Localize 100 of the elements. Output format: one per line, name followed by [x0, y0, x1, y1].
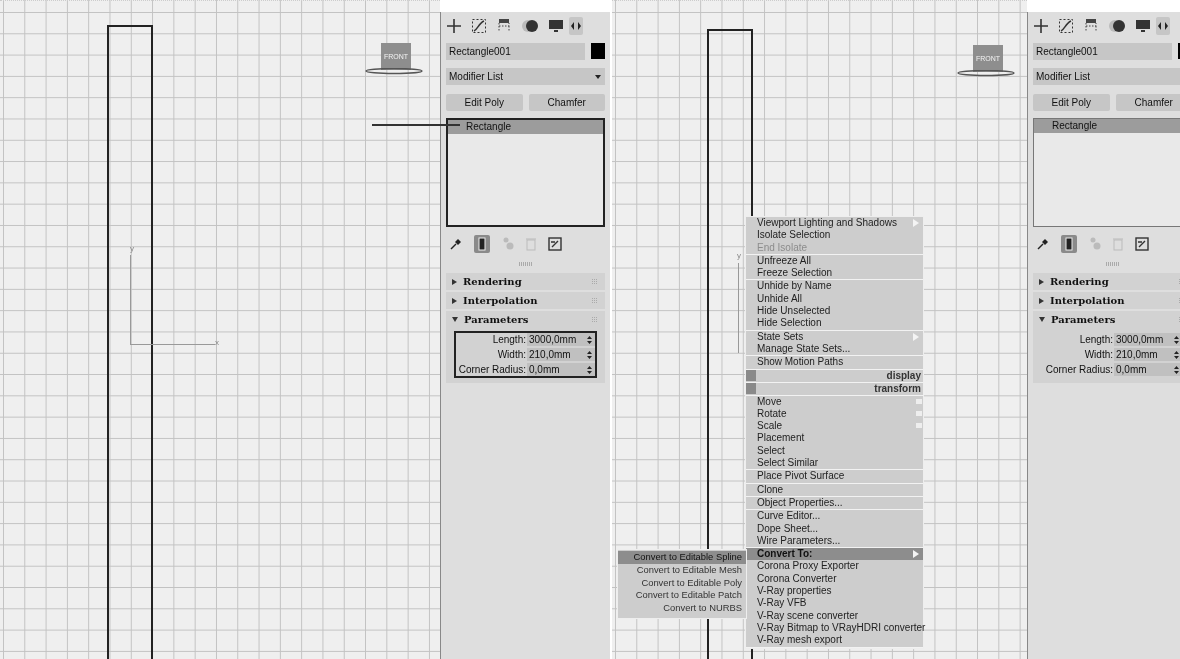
menu-item[interactable]: Select	[746, 444, 923, 458]
menu-item[interactable]: Isolate Selection	[746, 229, 923, 242]
menu-item[interactable]: Convert to Editable Patch	[618, 589, 746, 603]
expanded-triangle-icon	[1039, 317, 1045, 322]
menu-item[interactable]: Wire Parameters...	[746, 534, 923, 548]
menu-item[interactable]: V-Ray scene converter	[746, 609, 923, 622]
menu-item[interactable]: Show Motion Paths	[746, 356, 923, 369]
spinner-arrows-icon[interactable]	[1174, 365, 1179, 374]
menu-item[interactable]: V-Ray mesh export	[746, 634, 923, 647]
divider-grip-icon[interactable]	[1105, 262, 1120, 266]
rollout-header[interactable]: Parameters	[446, 311, 605, 328]
spinner-arrows-icon[interactable]	[587, 365, 592, 374]
spinner-field[interactable]: 0,0mm	[1114, 363, 1180, 376]
menu-item[interactable]: Unhide by Name	[746, 280, 923, 293]
object-name-field[interactable]: Rectangle001	[1033, 43, 1172, 60]
menu-item[interactable]: Scale	[746, 420, 923, 433]
spinner-field[interactable]: 0,0mm	[527, 363, 595, 376]
quad-title: display	[885, 370, 922, 382]
menu-item[interactable]: Unfreeze All	[746, 254, 923, 268]
menu-item[interactable]: Move	[746, 395, 923, 408]
modifier-button[interactable]: Edit Poly	[1033, 94, 1110, 111]
collapsed-triangle-icon	[452, 297, 457, 304]
scroll-arrows-icon[interactable]	[1156, 17, 1170, 35]
pin-icon[interactable]	[1037, 238, 1049, 250]
scroll-arrows-icon[interactable]	[569, 17, 583, 35]
parameter-label: Corner Radius:	[458, 363, 526, 376]
rollout-header[interactable]: Interpolation	[446, 292, 605, 309]
spinner-arrows-icon[interactable]	[587, 335, 592, 344]
menu-item[interactable]: Hide Unselected	[746, 305, 923, 318]
modifier-button[interactable]: Chamfer	[528, 94, 605, 111]
collapsed-triangle-icon	[452, 278, 457, 285]
menu-item[interactable]: Convert to Editable Poly	[618, 576, 746, 590]
menu-item[interactable]: Convert to Editable Mesh	[618, 563, 746, 577]
drag-dots-icon	[592, 298, 597, 303]
parameter-label: Length:	[1078, 333, 1113, 346]
divider-grip-icon[interactable]	[518, 262, 533, 266]
collapsed-triangle-icon	[1039, 278, 1044, 285]
configure-icon[interactable]	[1135, 237, 1149, 251]
color-swatch[interactable]	[591, 43, 605, 59]
hierarchy-icon[interactable]	[496, 18, 512, 34]
monitor-icon[interactable]	[1135, 18, 1151, 34]
spinner-field[interactable]: 210,0mm	[1114, 348, 1180, 361]
viewcube-ring-icon[interactable]	[365, 68, 423, 76]
menu-item[interactable]: Manage State Sets...	[746, 342, 923, 356]
modifier-list-dropdown[interactable]: Modifier List	[1033, 68, 1180, 85]
circle-icon[interactable]	[521, 18, 539, 34]
menu-item[interactable]: Select Similar	[746, 457, 923, 470]
menu-item[interactable]: Convert to NURBS	[618, 602, 746, 615]
monitor-icon[interactable]	[548, 18, 564, 34]
curve-icon[interactable]	[471, 18, 487, 34]
menu-item[interactable]: Curve Editor...	[746, 510, 923, 523]
rollout-header[interactable]: Rendering	[1033, 273, 1180, 290]
stack-item[interactable]: Rectangle	[448, 120, 603, 134]
spinner-field[interactable]: 3000,0mm	[1114, 333, 1180, 346]
modifier-list-dropdown[interactable]: Modifier List	[446, 68, 605, 85]
menu-item[interactable]: Rotate	[746, 407, 923, 421]
menu-item[interactable]: Freeze Selection	[746, 267, 923, 280]
modifier-button[interactable]: Edit Poly	[446, 94, 523, 111]
menu-item[interactable]: Object Properties...	[746, 496, 923, 510]
plus-icon[interactable]	[446, 18, 462, 34]
menu-item[interactable]: Hide Selection	[746, 317, 923, 330]
menu-item[interactable]: V-Ray properties	[746, 585, 923, 598]
menu-item[interactable]: Placement	[746, 432, 923, 445]
spinner-arrows-icon[interactable]	[587, 350, 592, 359]
object-name-field[interactable]: Rectangle001	[446, 43, 585, 60]
menu-item[interactable]: Corona Proxy Exporter	[746, 560, 923, 573]
menu-item[interactable]: Unhide All	[746, 292, 923, 306]
spinner-arrows-icon[interactable]	[1174, 350, 1179, 359]
viewcube-ring-icon[interactable]	[957, 70, 1015, 78]
pin-icon[interactable]	[450, 238, 462, 250]
parameter-label: Width:	[1083, 348, 1113, 361]
menu-item[interactable]: Viewport Lighting and Shadows	[746, 217, 923, 230]
hierarchy-icon[interactable]	[1083, 18, 1099, 34]
parameter-label: Width:	[496, 348, 526, 361]
rollout-header[interactable]: Interpolation	[1033, 292, 1180, 309]
spinner-arrows-icon[interactable]	[1174, 335, 1179, 344]
configure-icon[interactable]	[548, 237, 562, 251]
parameter-label: Corner Radius:	[1045, 363, 1113, 376]
menu-item[interactable]: Dope Sheet...	[746, 522, 923, 535]
menu-item[interactable]: State Sets	[746, 330, 923, 343]
bar-toggle-icon[interactable]	[1061, 235, 1077, 253]
axis-label: x	[215, 338, 219, 347]
curve-icon[interactable]	[1058, 18, 1074, 34]
modifier-button[interactable]: Chamfer	[1115, 94, 1180, 111]
menu-item[interactable]: Convert To:	[746, 548, 923, 561]
submenu-caret-icon	[913, 332, 919, 341]
menu-item[interactable]: Place Pivot Surface	[746, 470, 923, 483]
menu-item[interactable]: Clone	[746, 483, 923, 496]
menu-item[interactable]: V-Ray VFB	[746, 597, 923, 610]
spinner-field[interactable]: 3000,0mm	[527, 333, 595, 346]
rollout-header[interactable]: Parameters	[1033, 311, 1180, 328]
menu-item[interactable]: Corona Converter	[746, 572, 923, 585]
menu-item[interactable]: Convert to Editable Spline	[618, 551, 746, 564]
spinner-field[interactable]: 210,0mm	[527, 348, 595, 361]
menu-item[interactable]: V-Ray Bitmap to VRayHDRI converter	[746, 621, 923, 635]
rollout-header[interactable]: Rendering	[446, 273, 605, 290]
stack-item[interactable]: Rectangle	[1034, 119, 1180, 133]
bar-toggle-icon[interactable]	[474, 235, 490, 253]
plus-icon[interactable]	[1033, 18, 1049, 34]
circle-icon[interactable]	[1108, 18, 1126, 34]
